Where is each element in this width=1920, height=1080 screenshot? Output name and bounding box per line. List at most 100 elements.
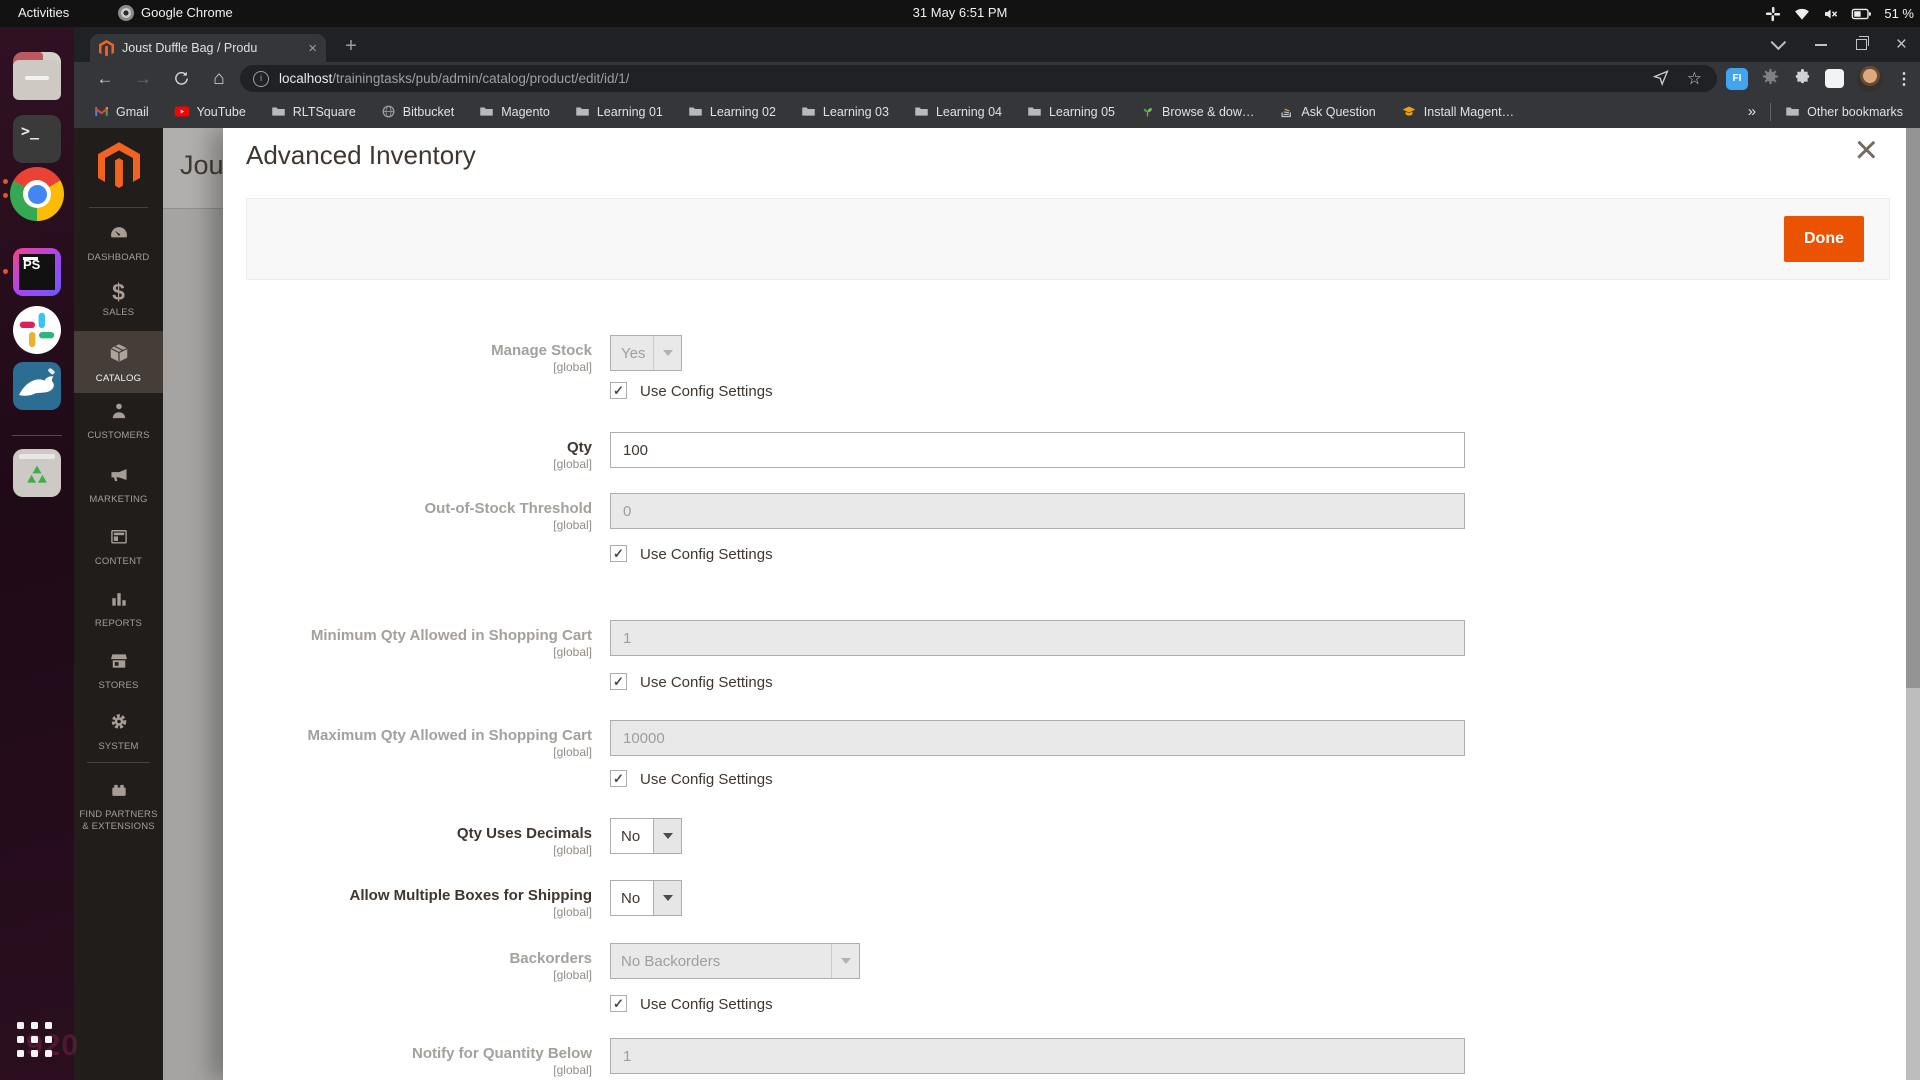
- bookmark-ask-question[interactable]: Ask Question: [1279, 104, 1376, 119]
- bookmark-youtube[interactable]: YouTube: [174, 105, 246, 119]
- bookmark-install-magento[interactable]: Install Magent…: [1401, 104, 1514, 119]
- url-text[interactable]: localhost/trainingtasks/pub/admin/catalo…: [279, 71, 629, 86]
- check-icon: ✓: [613, 674, 624, 689]
- field-label: Backorders: [509, 950, 592, 967]
- bookmark-gmail[interactable]: Gmail: [94, 104, 149, 119]
- clock[interactable]: 31 May 6:51 PM: [913, 5, 1008, 20]
- sidebar-item-marketing[interactable]: MARKETING: [74, 457, 163, 513]
- battery-icon[interactable]: [1851, 5, 1873, 23]
- bookmark-folder-rltsquare[interactable]: RLTSquare: [271, 105, 356, 119]
- slack-app-icon[interactable]: [13, 306, 61, 354]
- use-config-checkbox[interactable]: ✓: [610, 382, 627, 399]
- chrome-menu-icon[interactable]: ⋮: [1896, 69, 1912, 89]
- field-scope: [global]: [553, 1063, 592, 1077]
- minimize-icon[interactable]: [1814, 43, 1827, 46]
- bookmark-folder-learning04[interactable]: Learning 04: [914, 105, 1002, 119]
- site-info-icon[interactable]: i: [253, 70, 269, 87]
- new-tab-button[interactable]: +: [338, 34, 364, 60]
- bookmark-browse-download[interactable]: Browse & dow…: [1140, 104, 1254, 119]
- use-config-checkbox[interactable]: ✓: [610, 995, 627, 1012]
- back-icon[interactable]: ←: [90, 62, 120, 95]
- focused-app-name[interactable]: Google Chrome: [141, 5, 233, 20]
- battery-percent[interactable]: 51 %: [1884, 6, 1914, 21]
- qty-input[interactable]: [610, 432, 1465, 468]
- dashboard-gauge-icon: [110, 227, 127, 238]
- chrome-app-icon[interactable]: [10, 167, 64, 221]
- browser-tab[interactable]: Joust Duffle Bag / Produ ×: [90, 34, 326, 62]
- other-bookmarks-button[interactable]: Other bookmarks: [1785, 105, 1903, 119]
- use-config-checkbox[interactable]: ✓: [610, 770, 627, 787]
- terminal-app-icon[interactable]: >_: [13, 115, 61, 163]
- slack-tray-icon[interactable]: [1764, 5, 1782, 23]
- mysql-workbench-app-icon[interactable]: [13, 362, 61, 410]
- files-app-icon[interactable]: [13, 52, 61, 100]
- sidebar-item-catalog[interactable]: CATALOG: [74, 331, 163, 393]
- extensions-puzzle-icon[interactable]: [1793, 67, 1812, 91]
- field-label: Qty: [566, 439, 592, 456]
- sidebar-item-find-partners[interactable]: FIND PARTNERS & EXTENSIONS: [74, 772, 163, 836]
- sidebar-item-stores[interactable]: STORES: [74, 643, 163, 699]
- field-row-max-qty: Maximum Qty Allowed in Shopping Cart [gl…: [223, 720, 1906, 759]
- show-applications-button[interactable]: [17, 1022, 52, 1057]
- activities-button[interactable]: Activities: [18, 5, 69, 20]
- scrollbar-thumb[interactable]: [1906, 128, 1920, 688]
- fonts-extension-icon[interactable]: FI: [1726, 67, 1748, 90]
- sidebar-item-dashboard[interactable]: DASHBOARD: [74, 215, 163, 271]
- system-tray: 51 %: [1764, 0, 1914, 27]
- bookmark-star-icon[interactable]: ☆: [1687, 70, 1702, 87]
- manage-stock-select[interactable]: Yes: [610, 335, 682, 371]
- wifi-icon[interactable]: [1793, 5, 1811, 23]
- share-icon[interactable]: [1652, 68, 1670, 89]
- field-scope: [global]: [553, 745, 592, 759]
- bookmark-folder-learning03[interactable]: Learning 03: [801, 105, 889, 119]
- adblock-extension-icon[interactable]: [1761, 67, 1780, 91]
- profile-avatar[interactable]: [1857, 65, 1883, 92]
- restore-icon[interactable]: [1855, 36, 1869, 50]
- phpstorm-app-icon[interactable]: PS: [13, 248, 61, 296]
- backorders-select[interactable]: No Backorders: [610, 943, 860, 979]
- reload-icon[interactable]: [166, 62, 196, 95]
- home-icon[interactable]: ⌂: [204, 62, 234, 95]
- bookmark-folder-magento[interactable]: Magento: [479, 105, 550, 119]
- sprout-icon: [1143, 108, 1152, 117]
- screenshot-extension-icon[interactable]: [1825, 69, 1844, 88]
- use-config-row-oos: ✓ Use Config Settings: [223, 545, 1906, 563]
- magento-logo[interactable]: [98, 142, 140, 195]
- done-button[interactable]: Done: [1784, 216, 1864, 262]
- allow-multiple-boxes-select[interactable]: No: [610, 880, 682, 916]
- catalog-box-icon: [109, 344, 128, 362]
- volume-muted-icon[interactable]: [1822, 5, 1840, 23]
- notify-qty-below-input[interactable]: [610, 1038, 1465, 1074]
- bookmark-folder-learning01[interactable]: Learning 01: [575, 105, 663, 119]
- chevron-down-icon: [831, 944, 859, 978]
- sidebar-item-customers[interactable]: CUSTOMERS: [74, 393, 163, 449]
- use-config-checkbox[interactable]: ✓: [610, 545, 627, 562]
- chevron-down-icon[interactable]: [1770, 34, 1787, 51]
- field-row-manage-stock: Manage Stock [global] Yes: [223, 335, 1906, 374]
- trash-icon[interactable]: [13, 449, 61, 497]
- out-of-stock-threshold-input[interactable]: [610, 493, 1465, 529]
- bookmark-folder-learning05[interactable]: Learning 05: [1027, 105, 1115, 119]
- gmail-icon: [95, 107, 108, 116]
- min-qty-input[interactable]: [610, 620, 1465, 656]
- system-gear-icon: [111, 714, 126, 729]
- tab-close-icon[interactable]: ×: [308, 41, 317, 56]
- use-config-checkbox[interactable]: ✓: [610, 673, 627, 690]
- forward-icon[interactable]: →: [128, 62, 158, 95]
- bookmark-bitbucket[interactable]: Bitbucket: [381, 104, 454, 119]
- close-icon[interactable]: ×: [1896, 35, 1907, 54]
- bookmarks-overflow-chevron[interactable]: »: [1748, 103, 1756, 120]
- sidebar-item-content[interactable]: CONTENT: [74, 519, 163, 575]
- modal-close-icon[interactable]: ×: [1855, 130, 1878, 170]
- sidebar-item-reports[interactable]: REPORTS: [74, 581, 163, 637]
- terminal-glyph: >_: [21, 122, 40, 140]
- max-qty-input[interactable]: [610, 720, 1465, 756]
- address-bar[interactable]: i localhost/trainingtasks/pub/admin/cata…: [240, 65, 1717, 92]
- field-scope: [global]: [553, 905, 592, 919]
- sidebar-item-system[interactable]: SYSTEM: [74, 703, 163, 759]
- page-scrollbar[interactable]: [1906, 128, 1920, 1080]
- bookmark-folder-learning02[interactable]: Learning 02: [688, 105, 776, 119]
- sidebar-item-sales[interactable]: $ SALES: [74, 273, 163, 329]
- field-label: Out-of-Stock Threshold: [424, 500, 593, 517]
- qty-uses-decimals-select[interactable]: No: [610, 818, 682, 854]
